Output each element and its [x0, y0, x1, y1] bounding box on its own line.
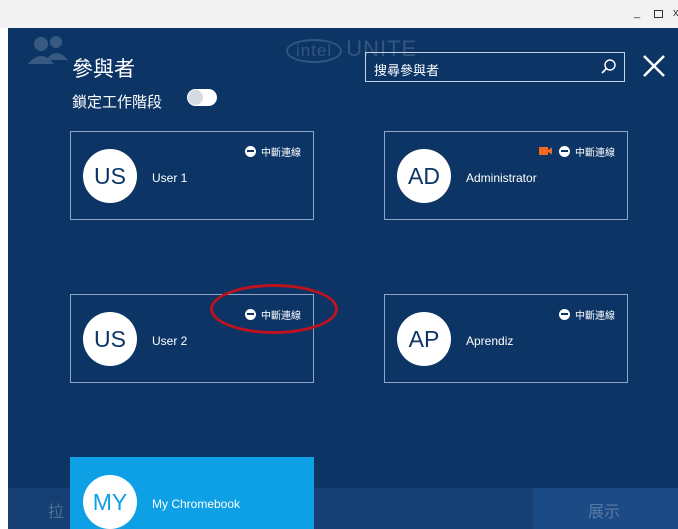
participant-name: My Chromebook [152, 497, 241, 511]
toggle-knob [188, 90, 203, 105]
minimize-button[interactable]: _ [634, 6, 640, 20]
disconnect-label: 中斷連線 [261, 147, 301, 159]
participant-name: User 1 [152, 171, 188, 185]
participant-card[interactable]: US User 1 中斷連線 [70, 131, 314, 220]
disconnect-button[interactable]: 中斷連線 [245, 144, 301, 159]
participant-card[interactable]: AP Aprendiz 中斷連線 [384, 294, 628, 383]
avatar: US [83, 312, 137, 366]
bottom-left-label: 拉 [48, 504, 65, 521]
self-participant-card[interactable]: MY My Chromebook [70, 457, 314, 529]
close-icon[interactable] [641, 53, 667, 79]
disconnect-button[interactable]: 中斷連線 [539, 144, 615, 159]
participant-name: User 2 [152, 334, 188, 348]
disconnect-label: 中斷連線 [575, 310, 615, 322]
disconnect-button[interactable]: 中斷連線 [559, 307, 615, 322]
annotation-highlight-oval [210, 284, 338, 334]
present-button[interactable]: 展示 [533, 488, 678, 529]
page-title: 參與者 [72, 58, 135, 81]
avatar: AD [397, 149, 451, 203]
participants-panel: intel UNITE 參與者 鎖定工作階段 搜尋參與者 US User 1 中斷… [8, 28, 678, 529]
disconnect-icon [559, 145, 570, 157]
disconnect-icon [245, 145, 256, 157]
window-close-button[interactable]: x [673, 6, 678, 20]
avatar: AP [397, 312, 451, 366]
maximize-button[interactable] [654, 10, 663, 18]
present-label: 展示 [588, 504, 621, 521]
search-placeholder: 搜尋參與者 [374, 63, 440, 78]
disconnect-label: 中斷連線 [575, 147, 615, 159]
search-icon[interactable] [600, 58, 618, 76]
participants-bg-icon [28, 36, 68, 64]
disconnect-icon [559, 308, 570, 320]
participant-name: Aprendiz [466, 334, 514, 348]
lock-session-label: 鎖定工作階段 [72, 94, 163, 111]
camera-icon [539, 147, 552, 155]
participant-card[interactable]: AD Administrator 中斷連線 [384, 131, 628, 220]
search-input[interactable]: 搜尋參與者 [365, 52, 625, 82]
avatar: US [83, 149, 137, 203]
participant-name: Administrator [466, 171, 537, 185]
avatar: MY [83, 475, 137, 529]
bg-logo-brand: intel [286, 39, 343, 63]
lock-session-toggle[interactable] [187, 89, 217, 106]
window-titlebar: _ x [0, 0, 678, 28]
